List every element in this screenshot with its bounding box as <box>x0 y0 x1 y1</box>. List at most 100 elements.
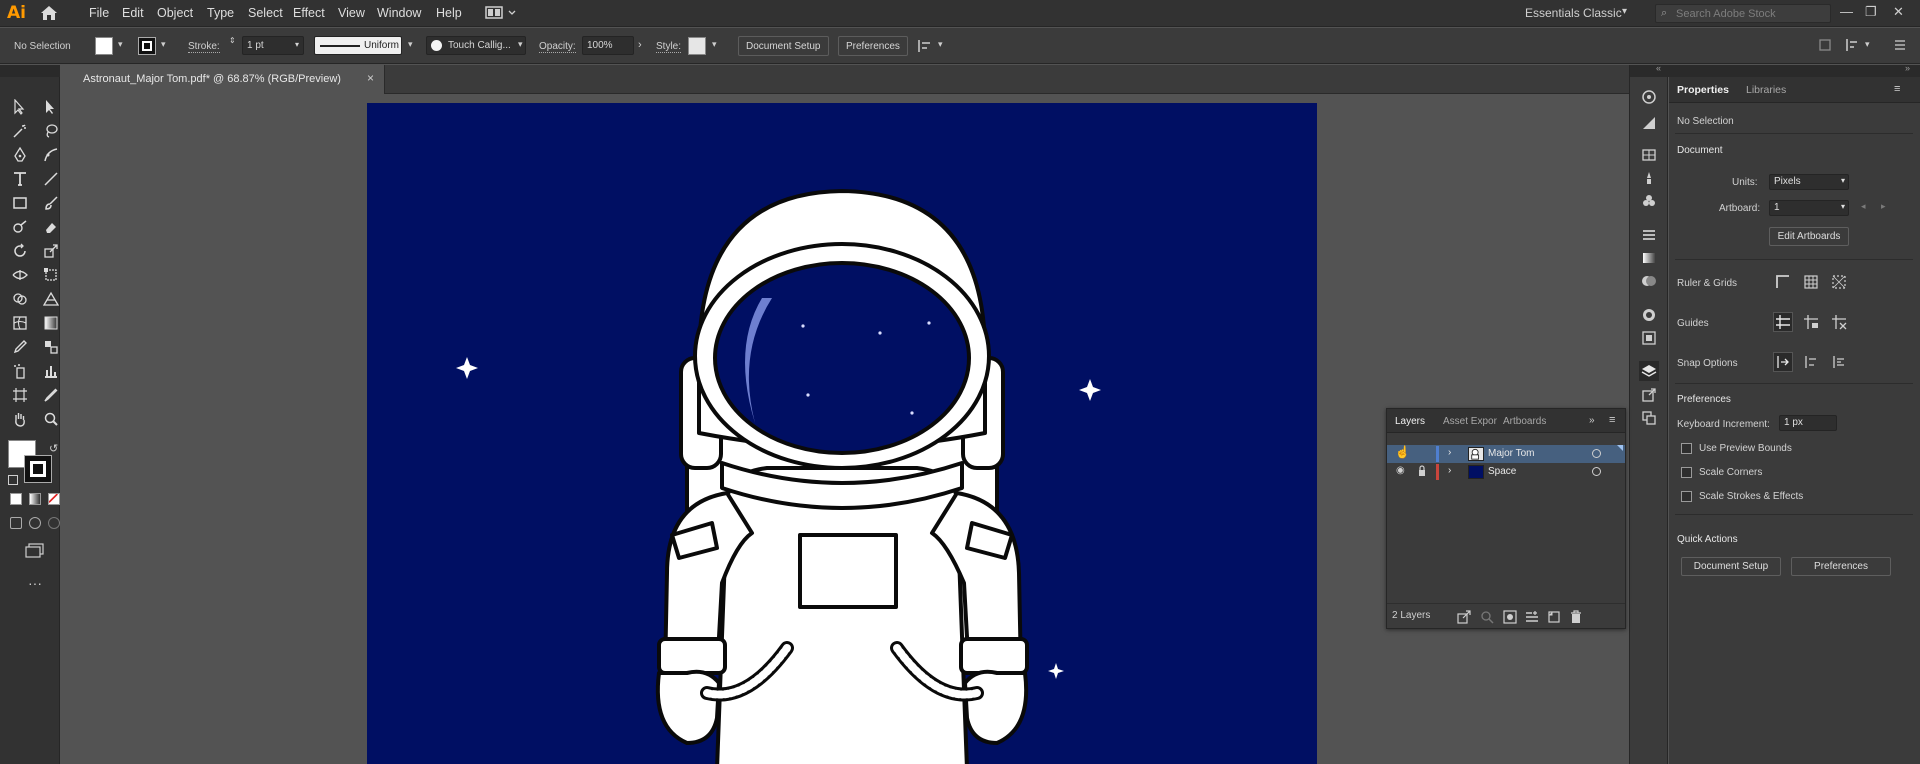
minimize-icon[interactable]: — <box>1840 4 1853 19</box>
search-input[interactable] <box>1676 6 1826 21</box>
perspective-grid-tool-icon[interactable] <box>40 289 62 309</box>
arrange-icon[interactable] <box>1845 38 1861 52</box>
quick-document-setup-button[interactable]: Document Setup <box>1681 557 1781 576</box>
collapse-icon[interactable]: » <box>1905 63 1910 73</box>
show-guides-icon[interactable] <box>1773 312 1793 332</box>
menu-file[interactable]: File <box>89 6 109 20</box>
panel-header[interactable] <box>0 65 60 77</box>
scale-corners-checkbox[interactable] <box>1681 467 1692 478</box>
clear-guides-icon[interactable] <box>1829 312 1849 332</box>
lock-guides-icon[interactable] <box>1801 312 1821 332</box>
panel-menu-icon[interactable]: ≡ <box>1609 414 1615 426</box>
magic-wand-tool-icon[interactable] <box>9 121 31 141</box>
selection-tool-icon[interactable] <box>9 97 31 117</box>
chevron-down-icon[interactable]: ▾ <box>118 39 123 50</box>
menu-view[interactable]: View <box>338 6 365 20</box>
eye-icon[interactable]: ◉ <box>1396 465 1405 476</box>
new-sublayer-icon[interactable] <box>1525 610 1539 624</box>
lock-icon[interactable] <box>1418 465 1426 477</box>
layer-target-icon[interactable] <box>1592 449 1601 458</box>
color-icon[interactable] <box>1639 87 1659 107</box>
gradient-tool-icon[interactable] <box>40 313 62 333</box>
scale-strokes-checkbox[interactable] <box>1681 491 1692 502</box>
layer-row-space[interactable]: ◉ › Space <box>1387 463 1625 481</box>
symbol-sprayer-tool-icon[interactable] <box>9 361 31 381</box>
rulers-icon[interactable] <box>1773 272 1793 292</box>
shaper-tool-icon[interactable] <box>9 217 31 237</box>
paintbrush-tool-icon[interactable] <box>40 193 62 213</box>
menu-window[interactable]: Window <box>377 6 421 20</box>
opacity-label[interactable]: Opacity: <box>539 41 576 53</box>
units-select[interactable]: Pixels ▾ <box>1769 174 1849 190</box>
free-transform-tool-icon[interactable] <box>40 265 62 285</box>
chevron-down-icon[interactable]: ▾ <box>295 40 299 49</box>
gradient-panel-icon[interactable] <box>1639 248 1659 268</box>
variable-width-profile[interactable]: Uniform <box>314 36 402 55</box>
expand-layer-icon[interactable]: › <box>1448 447 1451 458</box>
mesh-tool-icon[interactable] <box>9 313 31 333</box>
close-icon[interactable]: × <box>367 71 374 85</box>
layer-name[interactable]: Major Tom <box>1488 448 1535 459</box>
menu-type[interactable]: Type <box>207 6 234 20</box>
menu-object[interactable]: Object <box>157 6 193 20</box>
style-label[interactable]: Style: <box>656 41 682 53</box>
next-artboard-icon[interactable]: ▸ <box>1881 201 1886 212</box>
pen-tool-icon[interactable] <box>9 145 31 165</box>
panel-menu-icon[interactable] <box>1893 38 1907 52</box>
default-colors-icon[interactable] <box>8 475 18 485</box>
edit-artboards-button[interactable]: Edit Artboards <box>1769 227 1849 246</box>
collapse-panel-icon[interactable]: » <box>1589 415 1595 426</box>
stroke-weight-field[interactable]: 1 pt ▾ <box>242 36 304 55</box>
quick-preferences-button[interactable]: Preferences <box>1791 557 1891 576</box>
align-icon[interactable] <box>917 38 933 54</box>
opacity-field[interactable]: 100% <box>582 36 634 55</box>
swatches-icon[interactable] <box>1639 145 1659 165</box>
tab-asset-export[interactable]: Asset Expor <box>1443 416 1497 427</box>
shape-builder-tool-icon[interactable] <box>9 289 31 309</box>
chevron-down-icon[interactable]: ▾ <box>938 39 943 50</box>
chevron-down-icon[interactable]: ▾ <box>518 39 523 50</box>
eraser-tool-icon[interactable] <box>40 217 62 237</box>
close-window-icon[interactable]: ✕ <box>1893 4 1904 20</box>
snap-to-pixel-icon[interactable] <box>1801 352 1821 372</box>
workspace-switcher[interactable]: Essentials Classic <box>1525 6 1622 20</box>
stroke-swatch[interactable] <box>138 37 156 55</box>
chevron-down-icon[interactable]: ▾ <box>712 39 717 50</box>
make-clipping-mask-icon[interactable] <box>1503 610 1517 624</box>
eyedropper-tool-icon[interactable] <box>9 337 31 357</box>
collapse-icon[interactable]: « <box>1656 63 1661 73</box>
chevron-down-icon[interactable]: ▾ <box>1865 39 1870 50</box>
swap-fill-stroke-icon[interactable]: ↺ <box>49 442 58 455</box>
graphic-styles-icon[interactable] <box>1639 328 1659 348</box>
screen-mode-icon[interactable] <box>24 543 46 559</box>
stroke-panel-icon[interactable] <box>1639 225 1659 245</box>
layer-row-major-tom[interactable]: ☝ › Major Tom <box>1387 445 1625 463</box>
home-icon[interactable] <box>40 5 58 21</box>
direct-selection-tool-icon[interactable] <box>40 97 62 117</box>
previous-artboard-icon[interactable]: ◂ <box>1861 201 1866 212</box>
stepper-icon[interactable]: ⇕ <box>229 36 236 45</box>
none-mode-icon[interactable] <box>48 493 60 505</box>
column-graph-tool-icon[interactable] <box>40 361 62 381</box>
menu-help[interactable]: Help <box>436 6 462 20</box>
artboard-select[interactable]: 1 ▾ <box>1769 200 1849 216</box>
stroke-label[interactable]: Stroke: <box>188 41 220 53</box>
artboard[interactable] <box>367 103 1317 764</box>
document-tab[interactable]: Astronaut_Major Tom.pdf* @ 68.87% (RGB/P… <box>61 65 385 94</box>
tab-properties[interactable]: Properties <box>1677 84 1729 96</box>
trash-icon[interactable] <box>1569 610 1583 624</box>
chevron-down-icon[interactable]: ▾ <box>161 39 166 50</box>
draw-normal-icon[interactable] <box>10 517 22 529</box>
arrange-documents-icon[interactable] <box>485 5 521 21</box>
use-preview-bounds-checkbox[interactable] <box>1681 443 1692 454</box>
export-icon[interactable] <box>1639 385 1659 405</box>
color-mode-icon[interactable] <box>10 493 22 505</box>
tab-layers[interactable]: Layers <box>1395 416 1425 427</box>
draw-behind-icon[interactable] <box>29 517 41 529</box>
grid-icon[interactable] <box>1801 272 1821 292</box>
stock-search[interactable]: ⌕ <box>1655 4 1831 23</box>
document-setup-button[interactable]: Document Setup <box>738 36 829 56</box>
scale-tool-icon[interactable] <box>40 241 62 261</box>
panel-header[interactable]: » <box>1669 63 1920 77</box>
snap-to-point-icon[interactable] <box>1773 352 1793 372</box>
